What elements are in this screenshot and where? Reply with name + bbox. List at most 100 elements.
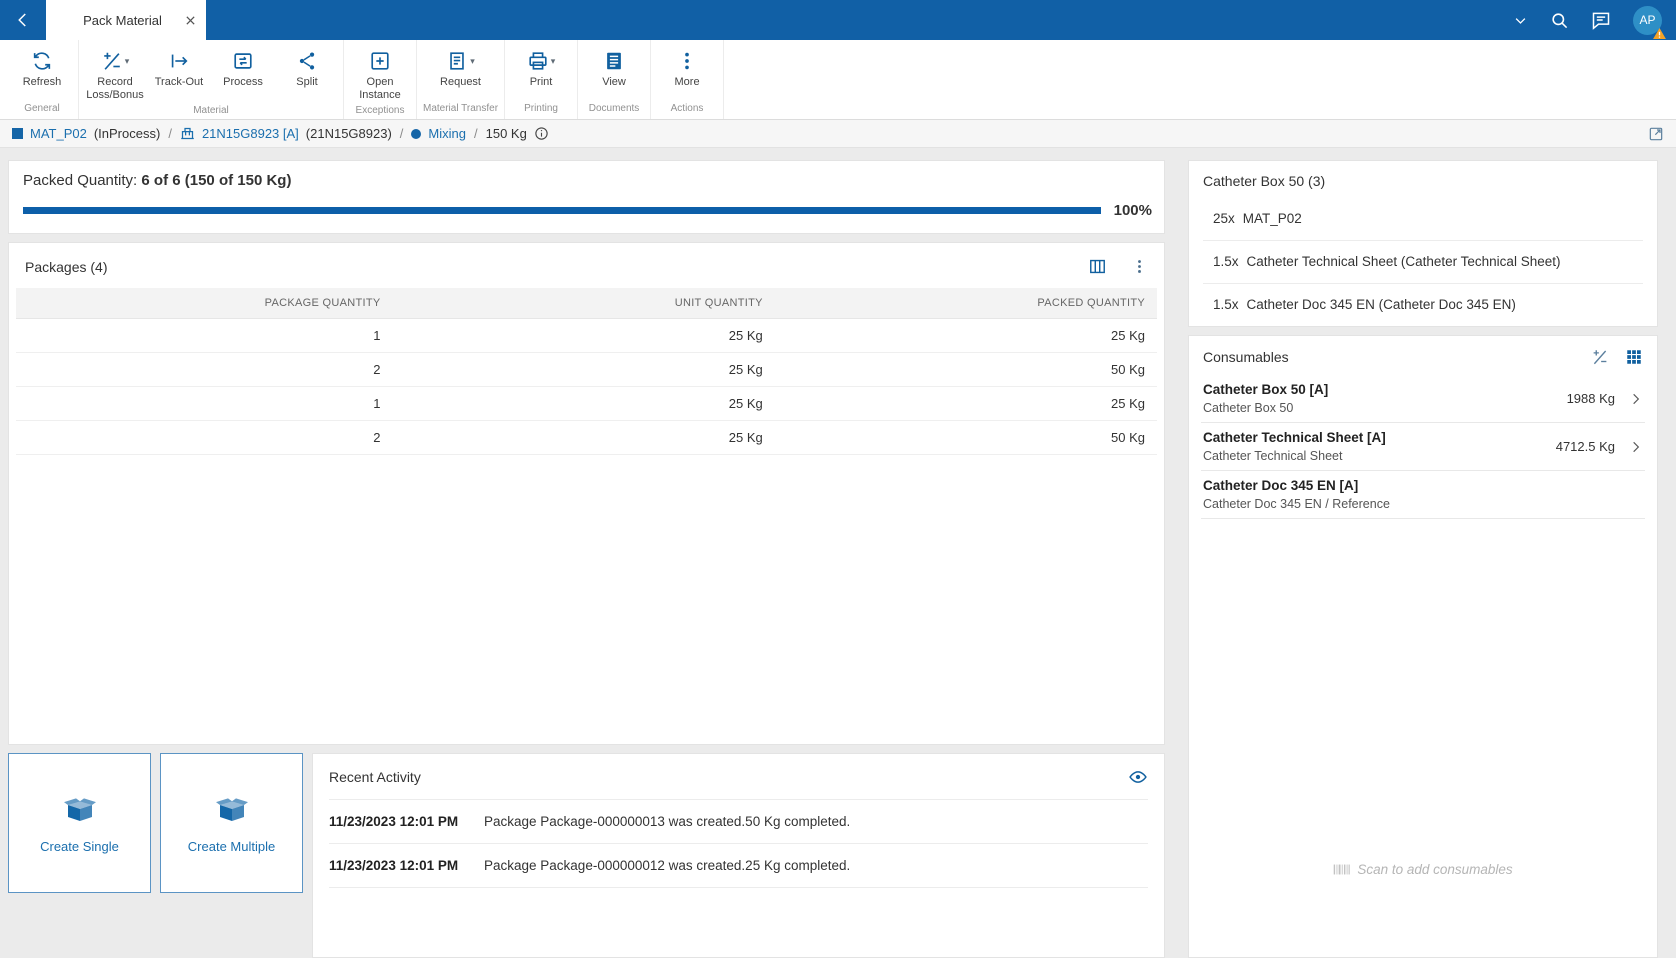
split-icon <box>296 50 318 72</box>
material-icon <box>12 128 23 139</box>
equipment-icon <box>180 126 195 141</box>
request-icon <box>446 50 468 72</box>
package-row[interactable]: 1 25 Kg 25 Kg <box>16 319 1157 353</box>
package-row[interactable]: 1 25 Kg 25 Kg <box>16 387 1157 421</box>
toolbar-group-actions: More Actions <box>651 40 724 119</box>
packed-quantity-title: Packed Quantity: 6 of 6 (150 of 150 Kg) <box>17 172 1154 189</box>
grid-view-icon[interactable] <box>1625 348 1643 366</box>
recent-activity-card: Recent Activity 11/23/2023 12:01 PM Pack… <box>312 753 1165 958</box>
bom-item-quantity: 1.5x <box>1213 254 1239 269</box>
unit-quantity-cell: 25 Kg <box>393 319 775 353</box>
column-header-package-quantity[interactable]: PACKAGE QUANTITY <box>16 288 393 319</box>
info-icon[interactable] <box>534 126 549 141</box>
main-content: Packed Quantity: 6 of 6 (150 of 150 Kg) … <box>0 148 1676 958</box>
unit-quantity-cell: 25 Kg <box>393 387 775 421</box>
bom-item-name: Catheter Doc 345 EN (Catheter Doc 345 EN… <box>1247 297 1516 312</box>
print-button[interactable]: ▾ Print <box>509 45 573 100</box>
consumable-description: Catheter Box 50 <box>1203 401 1559 415</box>
top-bar: Pack Material AP <box>0 0 1676 40</box>
bom-item-name: MAT_P02 <box>1243 211 1302 226</box>
chevron-left-icon <box>14 11 32 29</box>
track-out-icon <box>168 50 190 72</box>
consumable-description: Catheter Doc 345 EN / Reference <box>1203 497 1643 511</box>
activity-timestamp: 11/23/2023 12:01 PM <box>329 858 484 873</box>
view-documents-icon <box>603 50 625 72</box>
refresh-button[interactable]: Refresh <box>10 45 74 100</box>
breadcrumb: MAT_P02 (InProcess) / 21N15G8923 [A] (21… <box>0 120 1676 148</box>
open-instance-button[interactable]: Open Instance <box>348 45 412 102</box>
package-row[interactable]: 2 25 Kg 50 Kg <box>16 353 1157 387</box>
tab-title: Pack Material <box>60 13 185 28</box>
avatar[interactable]: AP <box>1633 6 1662 35</box>
packages-card: Packages (4) PACKAGE QUANTITY UNIT QUANT… <box>8 242 1165 745</box>
bom-title: Catheter Box 50 (3) <box>1203 173 1643 198</box>
packed-quantity-cell: 50 Kg <box>775 353 1157 387</box>
column-header-packed-quantity[interactable]: PACKED QUANTITY <box>775 288 1157 319</box>
packages-table: PACKAGE QUANTITY UNIT QUANTITY PACKED QU… <box>16 288 1157 455</box>
columns-icon[interactable] <box>1088 257 1107 276</box>
consumables-card: Consumables Catheter Box 50 [A] <box>1188 335 1658 958</box>
print-icon <box>527 50 549 72</box>
toolbar-group-label: Material <box>83 102 339 119</box>
request-button[interactable]: ▾ Request <box>429 45 493 100</box>
search-icon[interactable] <box>1550 11 1569 30</box>
scan-hint: Scan to add consumables <box>1201 862 1645 957</box>
kebab-menu-icon[interactable] <box>1131 258 1148 275</box>
tab-close-icon[interactable] <box>185 15 196 26</box>
chevron-right-icon[interactable] <box>1629 392 1643 406</box>
record-loss-bonus-button[interactable]: ▾ Record Loss/Bonus <box>83 45 147 102</box>
split-button[interactable]: Split <box>275 45 339 102</box>
packages-title: Packages (4) <box>25 259 107 275</box>
recent-activity-title: Recent Activity <box>329 769 421 785</box>
eye-icon[interactable] <box>1128 767 1148 787</box>
warning-badge-icon <box>1653 28 1666 39</box>
package-row[interactable]: 2 25 Kg 50 Kg <box>16 421 1157 455</box>
breadcrumb-step-link[interactable]: Mixing <box>428 126 466 141</box>
package-quantity-cell: 2 <box>16 421 393 455</box>
adjust-quantity-icon[interactable] <box>1591 348 1609 366</box>
packed-quantity-cell: 25 Kg <box>775 387 1157 421</box>
breadcrumb-separator: / <box>399 126 405 141</box>
consumable-row[interactable]: Catheter Box 50 [A] Catheter Box 50 1988… <box>1201 375 1645 423</box>
create-multiple-label: Create Multiple <box>188 839 275 854</box>
bom-item: 25x MAT_P02 <box>1203 198 1643 241</box>
consumable-name: Catheter Doc 345 EN [A] <box>1203 478 1643 493</box>
process-button[interactable]: Process <box>211 45 275 102</box>
consumable-name: Catheter Technical Sheet [A] <box>1203 430 1548 445</box>
chevron-down-icon[interactable] <box>1513 13 1528 28</box>
toolbar-group-label: Printing <box>509 100 573 117</box>
record-loss-bonus-icon <box>101 50 123 72</box>
toolbar: Refresh General ▾ Record Loss/Bonus Trac… <box>0 40 1676 120</box>
breadcrumb-material-link[interactable]: MAT_P02 <box>30 126 87 141</box>
view-button[interactable]: View <box>582 45 646 100</box>
open-box-icon <box>216 793 248 825</box>
toolbar-group-label: General <box>10 100 74 117</box>
package-quantity-cell: 1 <box>16 387 393 421</box>
consumable-quantity: 4712.5 Kg <box>1556 439 1615 454</box>
activity-list: 11/23/2023 12:01 PM Package Package-0000… <box>329 800 1148 888</box>
packed-quantity-cell: 50 Kg <box>775 421 1157 455</box>
toolbar-group-printing: ▾ Print Printing <box>505 40 578 119</box>
packed-quantity-card: Packed Quantity: 6 of 6 (150 of 150 Kg) … <box>8 160 1165 234</box>
create-single-button[interactable]: Create Single <box>8 753 151 893</box>
bom-item-quantity: 25x <box>1213 211 1235 226</box>
barcode-icon <box>1333 862 1350 877</box>
back-button[interactable] <box>0 0 46 40</box>
column-header-unit-quantity[interactable]: UNIT QUANTITY <box>393 288 775 319</box>
open-panel-icon[interactable] <box>1648 126 1664 142</box>
consumable-row[interactable]: Catheter Technical Sheet [A] Catheter Te… <box>1201 423 1645 471</box>
toolbar-group-documents: View Documents <box>578 40 651 119</box>
create-multiple-button[interactable]: Create Multiple <box>160 753 303 893</box>
chevron-right-icon[interactable] <box>1629 440 1643 454</box>
open-box-icon <box>64 793 96 825</box>
unit-quantity-cell: 25 Kg <box>393 421 775 455</box>
tab-pack-material[interactable]: Pack Material <box>46 0 206 40</box>
track-out-button[interactable]: Track-Out <box>147 45 211 102</box>
avatar-initials: AP <box>1639 13 1655 27</box>
breadcrumb-equipment-link[interactable]: 21N15G8923 [A] <box>202 126 299 141</box>
chat-icon[interactable] <box>1591 10 1611 30</box>
more-button[interactable]: More <box>655 45 719 100</box>
open-instance-icon <box>369 50 391 72</box>
consumable-row[interactable]: Catheter Doc 345 EN [A] Catheter Doc 345… <box>1201 471 1645 519</box>
breadcrumb-quantity: 150 Kg <box>486 126 527 141</box>
